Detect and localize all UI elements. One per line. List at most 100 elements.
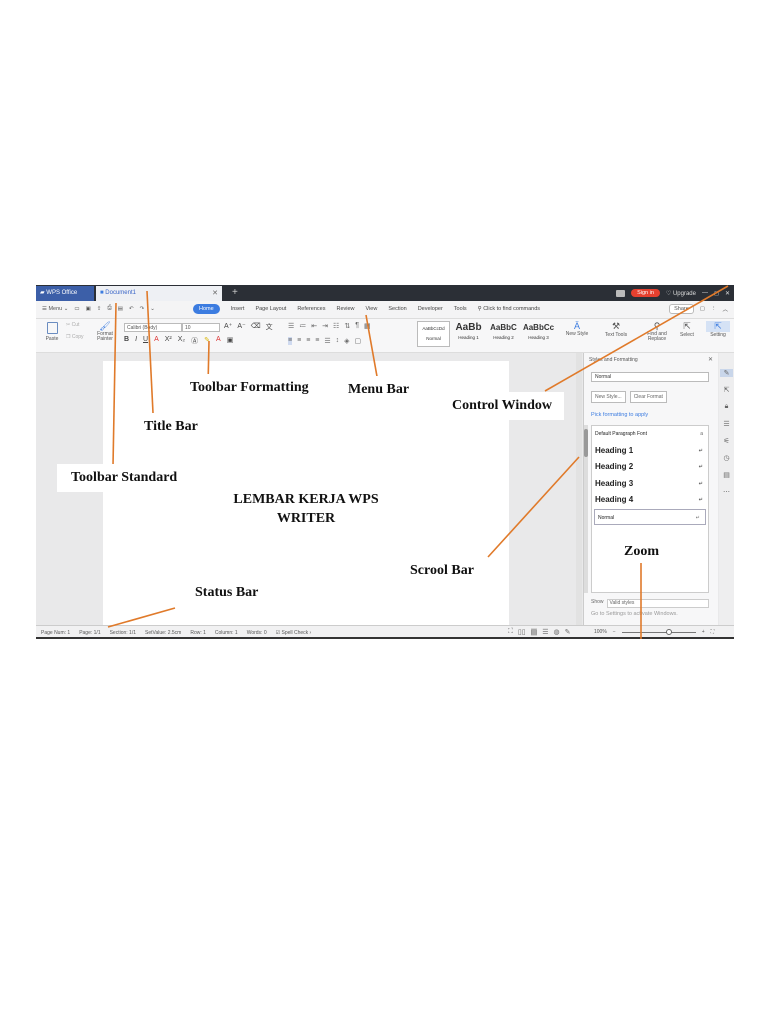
- list-item[interactable]: Heading 2 ↵: [592, 459, 708, 476]
- style-heading-3[interactable]: AaBbCc Heading 3: [522, 321, 555, 347]
- font-color-icon[interactable]: A: [216, 336, 221, 346]
- fullscreen-icon[interactable]: ⛶: [508, 628, 513, 636]
- underline-icon[interactable]: U: [143, 336, 148, 346]
- open-icon[interactable]: ▭: [74, 306, 79, 312]
- find-replace-button[interactable]: ⚲ Find and Replace: [640, 321, 674, 342]
- copy-button[interactable]: ❐ Copy: [66, 334, 88, 340]
- status-column[interactable]: Column: 1: [215, 630, 238, 636]
- outline-view-icon[interactable]: ☰: [542, 628, 548, 636]
- list-item[interactable]: Heading 1 ↵: [592, 443, 708, 460]
- zoom-slider[interactable]: [621, 628, 696, 635]
- spell-check-button[interactable]: ☑ Spell Check ›: [276, 630, 312, 636]
- new-tab-button[interactable]: +: [232, 285, 238, 300]
- print-icon[interactable]: ⎙: [107, 305, 111, 312]
- pane-scroll-thumb[interactable]: [584, 429, 588, 457]
- lock-icon[interactable]: 🔒︎: [725, 403, 729, 411]
- redo-icon[interactable]: ↷: [140, 306, 145, 312]
- new-style-button[interactable]: Ä New Style: [562, 321, 592, 337]
- status-row[interactable]: Row: 1: [190, 630, 206, 636]
- cut-button[interactable]: ✂ Cut: [66, 322, 88, 328]
- tab-view[interactable]: View: [366, 306, 378, 312]
- new-style-pane-button[interactable]: New Style...: [591, 391, 626, 403]
- adjust-icon[interactable]: ⚟: [723, 437, 729, 445]
- style-heading-1[interactable]: AaBb Heading 1: [452, 321, 485, 347]
- align-center-icon[interactable]: ≡: [297, 337, 301, 345]
- eye-protection-icon[interactable]: ✎: [565, 628, 571, 636]
- align-left-icon[interactable]: ≡: [288, 337, 293, 345]
- subscript-icon[interactable]: X₂: [178, 336, 185, 346]
- layout-icon[interactable]: [616, 289, 626, 297]
- italic-icon[interactable]: I: [135, 336, 137, 346]
- web-view-icon[interactable]: ◍: [554, 628, 560, 636]
- tab-wps-office[interactable]: ▰ WPS Office: [36, 286, 94, 301]
- font-size-select[interactable]: 10: [182, 323, 220, 332]
- bullets-icon[interactable]: ☰: [288, 322, 294, 330]
- close-window-icon[interactable]: ✕: [725, 290, 730, 297]
- font-name-select[interactable]: Calibri (Body): [124, 323, 182, 332]
- paste-button[interactable]: Paste: [41, 322, 63, 342]
- zoom-level[interactable]: 100%: [594, 629, 607, 635]
- borders-icon[interactable]: ▢: [355, 337, 362, 345]
- line-spacing-icon[interactable]: ↕: [336, 337, 340, 345]
- styles-panel-icon[interactable]: ✎: [720, 369, 733, 377]
- phonetic-icon[interactable]: 文: [266, 322, 273, 332]
- menu-button[interactable]: ☰ Menu ⌄: [42, 306, 68, 312]
- zoom-in-icon[interactable]: +: [702, 629, 705, 635]
- list-item[interactable]: Normal ↵: [594, 508, 706, 525]
- minimize-icon[interactable]: —: [702, 290, 708, 296]
- status-page-num[interactable]: Page Num: 1: [41, 630, 70, 636]
- share-button[interactable]: Share: [669, 304, 694, 314]
- tab-section[interactable]: Section: [388, 306, 406, 312]
- tab-page-layout[interactable]: Page Layout: [255, 306, 286, 312]
- document-scrollbar[interactable]: [576, 353, 582, 625]
- list-item[interactable]: Default Paragraph Font a: [592, 426, 708, 443]
- status-section[interactable]: Section: 1/1: [110, 630, 136, 636]
- reading-view-icon[interactable]: ▯▯: [518, 628, 526, 636]
- find-commands[interactable]: ⚲ Click to find commands: [478, 306, 540, 312]
- customize-icon[interactable]: ⌄: [150, 306, 155, 312]
- upgrade-button[interactable]: ♡ Upgrade: [666, 290, 696, 297]
- select-button[interactable]: ⇱ Select: [676, 321, 698, 338]
- decrease-indent-icon[interactable]: ⇤: [311, 322, 317, 330]
- pane-close-icon[interactable]: ✕: [708, 356, 713, 363]
- shading-icon[interactable]: ◈: [344, 337, 349, 345]
- superscript-icon[interactable]: X²: [165, 336, 172, 346]
- tab-home[interactable]: Home: [193, 304, 220, 314]
- char-shading-icon[interactable]: ▣: [227, 336, 234, 346]
- current-style-select[interactable]: Normal: [591, 372, 709, 382]
- tab-review[interactable]: Review: [336, 306, 354, 312]
- grow-font-icon[interactable]: A⁺: [224, 322, 232, 332]
- notification-icon[interactable]: ▢: [700, 306, 705, 312]
- sign-in-button[interactable]: Sign in: [631, 289, 660, 297]
- close-tab-icon[interactable]: ✕: [212, 286, 218, 301]
- style-heading-2[interactable]: AaBbC Heading 2: [487, 321, 520, 347]
- distributed-icon[interactable]: ☰: [324, 337, 330, 345]
- preview-icon[interactable]: ▤: [118, 306, 123, 312]
- status-page[interactable]: Page: 1/1: [79, 630, 100, 636]
- export-icon[interactable]: ⇪: [97, 306, 102, 312]
- status-words[interactable]: Words: 0: [247, 630, 267, 636]
- sort-icon[interactable]: ⇅: [344, 322, 350, 330]
- shrink-font-icon[interactable]: A⁻: [237, 322, 245, 332]
- status-setvalue[interactable]: SetValue: 2.5cm: [145, 630, 181, 636]
- outline-icon[interactable]: ☰: [723, 420, 729, 428]
- list-item[interactable]: Heading 4 ↵: [592, 492, 708, 509]
- tab-developer[interactable]: Developer: [418, 306, 443, 312]
- restore-icon[interactable]: ◻: [714, 290, 719, 297]
- more-icon[interactable]: ⋮: [711, 306, 717, 312]
- history-icon[interactable]: ◷: [723, 454, 729, 462]
- select-panel-icon[interactable]: ⇱: [724, 386, 730, 394]
- collapse-ribbon-icon[interactable]: ︿: [722, 305, 728, 313]
- numbering-icon[interactable]: ≔: [299, 322, 306, 330]
- tab-insert[interactable]: Insert: [231, 306, 245, 312]
- align-right-icon[interactable]: ≡: [306, 337, 310, 345]
- tab-document[interactable]: ■ Document1 ✕: [96, 286, 222, 301]
- tab-tools[interactable]: Tools: [454, 306, 467, 312]
- fit-page-icon[interactable]: ⛶: [711, 629, 715, 635]
- bold-icon[interactable]: B: [124, 336, 129, 346]
- highlight-icon[interactable]: ✎: [204, 336, 210, 346]
- text-tools-button[interactable]: ⚒ Text Tools: [602, 321, 630, 338]
- zoom-slider-knob[interactable]: [665, 628, 672, 635]
- list-item[interactable]: Heading 3 ↵: [592, 476, 708, 493]
- save-icon[interactable]: ▣: [86, 306, 91, 312]
